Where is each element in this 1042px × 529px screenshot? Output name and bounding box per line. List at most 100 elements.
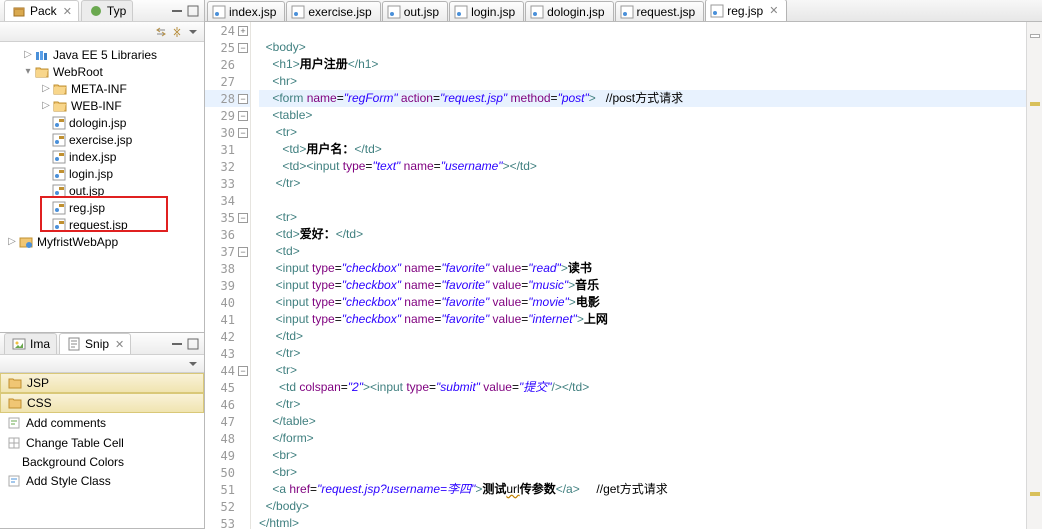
editor-tab-login[interactable]: login.jsp [449,1,524,21]
snip-item-style-class[interactable]: Add Style Class [0,471,204,491]
fold-icon[interactable]: − [238,213,248,223]
code-token: <input [276,261,312,275]
expand-icon[interactable]: ▷ [6,236,18,247]
marker-warning[interactable] [1030,492,1040,496]
code-token: </h1> [348,57,379,71]
tree-file-dologin[interactable]: dologin.jsp [0,114,204,131]
tree-file-index[interactable]: index.jsp [0,148,204,165]
fold-icon[interactable]: − [238,111,248,121]
code-token: </body> [266,499,309,513]
code-token: <td> [276,244,300,258]
code-token: <br> [272,465,297,479]
code-token: <td> [282,142,306,156]
snip-item-comments[interactable]: Add comments [0,413,204,433]
tree-file-reg[interactable]: reg.jsp [0,199,204,216]
code-token: 音乐 [575,278,599,292]
snip-drawer-css[interactable]: CSS [0,393,204,413]
code-token: url [506,482,519,496]
tree-file-out[interactable]: out.jsp [0,182,204,199]
expand-icon[interactable]: ▷ [40,100,52,111]
code-token: type [312,295,335,309]
code-token: name [307,91,337,105]
code-token: /></td> [552,380,590,394]
jsp-icon [387,5,401,19]
code-token: name [401,295,434,309]
tree-file-login[interactable]: login.jsp [0,165,204,182]
tree-webroot[interactable]: ▾ WebRoot [0,63,204,80]
minimize-icon[interactable] [170,4,184,18]
line-number: 48 [221,432,235,446]
jsp-icon [52,150,66,164]
code-token: "text" [372,159,400,173]
maximize-icon[interactable] [186,337,200,351]
tree-meta[interactable]: ▷ META-INF [0,80,204,97]
fold-icon[interactable]: − [238,247,248,257]
view-menu-icon[interactable] [186,25,200,39]
fold-icon[interactable]: − [238,128,248,138]
code-token: <td [279,380,299,394]
code-token: <tr> [276,210,297,224]
fold-icon[interactable]: − [238,94,248,104]
code-token: type [406,380,429,394]
type-icon [88,3,104,19]
tree-web-label: WEB-INF [71,99,122,113]
tree-file-label: request.jsp [69,218,128,232]
view-menu-icon[interactable] [186,357,200,371]
code-token: </tr> [276,176,301,190]
editor-tab-out[interactable]: out.jsp [382,1,448,21]
editor-tab-dologin[interactable]: dologin.jsp [525,1,613,21]
line-number: 46 [221,398,235,412]
editor-tab-index[interactable]: index.jsp [207,1,285,21]
editor-tab-reg[interactable]: reg.jsp✕ [705,0,787,21]
tree-web[interactable]: ▷ WEB-INF [0,97,204,114]
tab-ima[interactable]: Ima [4,333,57,354]
line-number: 38 [221,262,235,276]
code-token: "提交" [519,380,552,394]
code-content[interactable]: <body> <h1>用户注册</h1> <hr> <form name="re… [251,22,1026,529]
tree-file-exercise[interactable]: exercise.jsp [0,131,204,148]
tree-lib[interactable]: ▷ Java EE 5 Libraries [0,46,204,63]
expand-icon[interactable]: ▷ [22,49,34,60]
fold-icon[interactable]: − [238,366,248,376]
code-token: "movie" [528,295,569,309]
marker-warning[interactable] [1030,102,1040,106]
snip-drawer-jsp[interactable]: JSP [0,373,204,393]
line-number: 37 [221,245,235,259]
tab-snip[interactable]: Snip ✕ [59,333,131,354]
close-icon[interactable]: ✕ [63,5,72,18]
editor-tab-exercise[interactable]: exercise.jsp [286,1,380,21]
tab-typ[interactable]: Typ [81,0,133,21]
code-token: "checkbox" [342,295,401,309]
minimize-icon[interactable] [170,337,184,351]
code-token: name [400,159,433,173]
line-number: 27 [221,75,235,89]
snip-c3-label: Add Style Class [26,474,111,488]
jsp-icon [620,5,634,19]
project-icon [18,234,34,250]
editor-tab-request[interactable]: request.jsp [615,1,705,21]
close-icon[interactable]: ✕ [115,338,124,351]
tree-project[interactable]: ▷ MyfristWebApp [0,233,204,250]
jsp-icon [291,5,305,19]
jsp-icon [710,4,724,18]
marker-tick[interactable] [1030,34,1040,38]
maximize-icon[interactable] [186,4,200,18]
code-token: <hr> [272,74,297,88]
code-token: "checkbox" [342,278,401,292]
collapse-all-icon[interactable] [154,25,168,39]
tree-file-request[interactable]: request.jsp [0,216,204,233]
snip-toolbar [0,355,204,373]
code-token: 爱好： [300,227,336,241]
fold-icon[interactable]: − [238,43,248,53]
package-tree[interactable]: ▷ Java EE 5 Libraries ▾ WebRoot ▷ META-I… [0,42,204,332]
close-icon[interactable]: ✕ [769,4,778,17]
package-icon [11,3,27,19]
snip-item-table-cell[interactable]: Change Table Cell [0,433,204,453]
code-editor[interactable]: 24+ 25− 26 27 28− 29− 30− 31 32 33 34 35… [205,22,1042,529]
overview-ruler[interactable] [1026,22,1042,529]
link-editor-icon[interactable] [170,25,184,39]
expand-icon[interactable]: ▷ [40,83,52,94]
tab-pack[interactable]: Pack ✕ [4,0,79,21]
code-token: "2" [348,380,363,394]
collapse-icon[interactable]: ▾ [22,66,34,77]
